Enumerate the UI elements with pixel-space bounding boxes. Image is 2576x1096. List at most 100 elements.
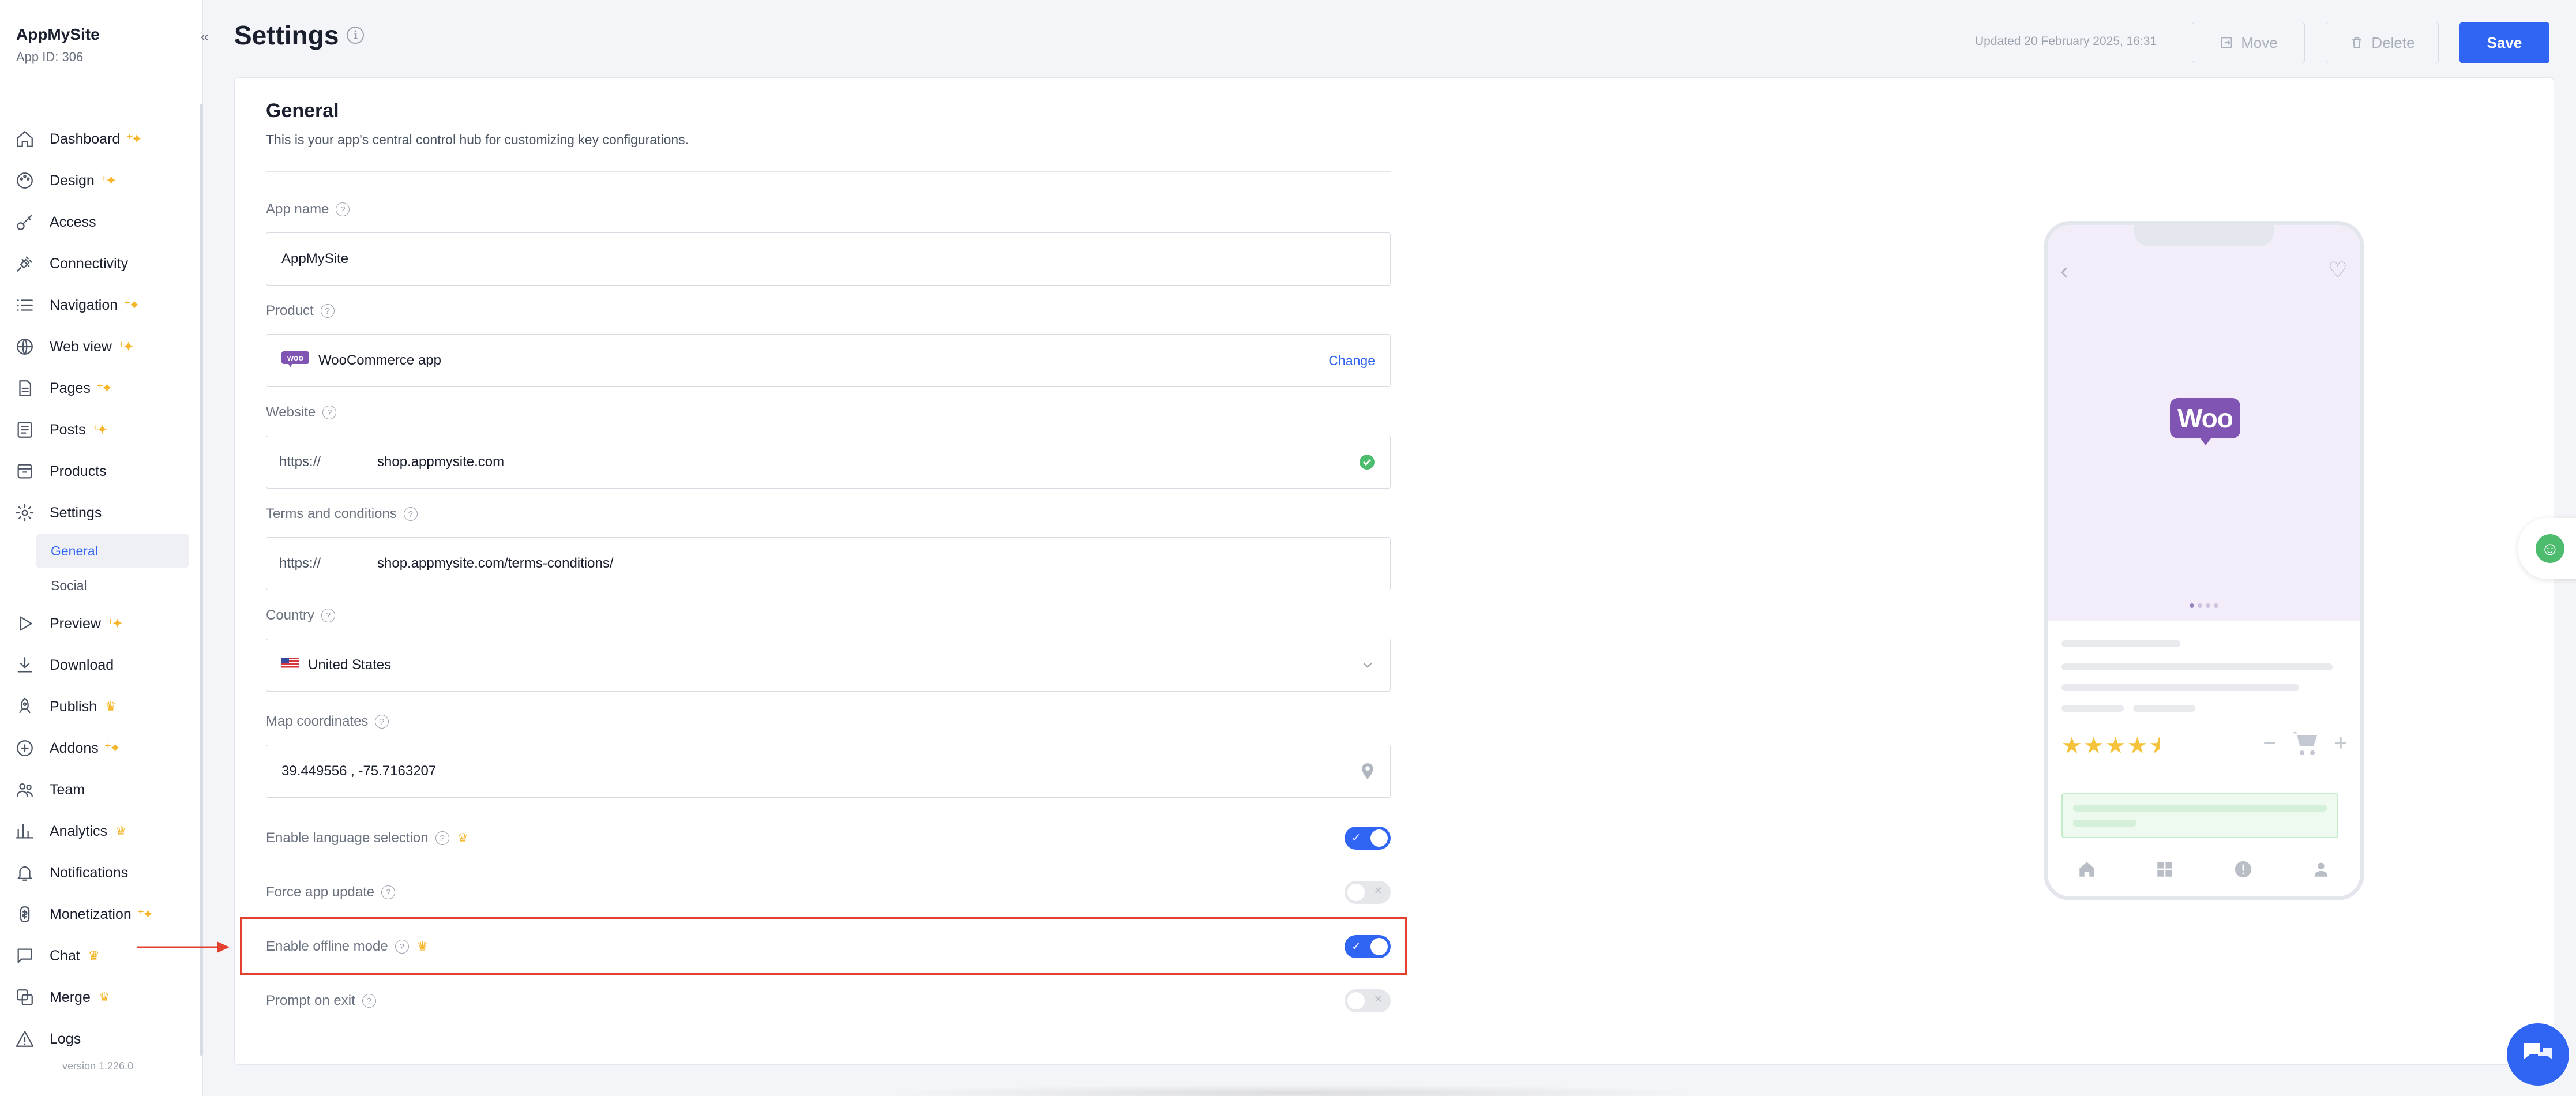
app-name-value: AppMySite	[281, 251, 349, 267]
help-icon[interactable]: ?	[381, 885, 396, 899]
feedback-widget[interactable]: ☺	[2518, 518, 2576, 579]
product-value: WooCommerce app	[318, 352, 441, 368]
product-label: Product ?	[266, 303, 335, 319]
sidebar-item-label: Connectivity	[50, 255, 129, 272]
sidebar-item-label: Settings	[50, 504, 102, 521]
sparkle-icon: ⁺✦	[91, 422, 108, 438]
sidebar-item-label: Preview	[50, 615, 101, 632]
map-coordinates-input[interactable]: 39.449556 , -75.7163207	[266, 745, 1391, 798]
woo-logo-tail	[2199, 436, 2213, 445]
sidebar-item-notifications[interactable]: Notifications	[0, 852, 196, 894]
sidebar-item-addons[interactable]: Addons ⁺✦	[0, 727, 196, 769]
sidebar-subitem-social[interactable]: Social	[36, 568, 189, 603]
toggle-label: Force app update?	[266, 884, 396, 900]
sidebar-item-label: Merge	[50, 989, 91, 1005]
info-tab-icon	[2235, 861, 2251, 878]
location-pin-icon[interactable]	[1360, 763, 1375, 780]
sidebar-item-label: Team	[50, 781, 85, 798]
verified-check-icon	[1359, 454, 1375, 470]
skeleton-line	[2061, 663, 2333, 670]
sidebar-item-download[interactable]: Download	[0, 644, 196, 686]
website-input[interactable]: https:// shop.appmysite.com	[266, 436, 1391, 489]
updated-timestamp: Updated 20 February 2025, 16:31	[1975, 35, 2157, 48]
support-chat-button[interactable]	[2507, 1023, 2569, 1086]
sidebar-item-team[interactable]: Team	[0, 769, 196, 810]
app-name-input[interactable]: AppMySite	[266, 232, 1391, 286]
toggle-label: Enable language selection? ♛	[266, 830, 468, 846]
sidebar-item-dashboard[interactable]: Dashboard ⁺✦	[0, 118, 196, 160]
bell-icon	[17, 866, 32, 881]
sidebar-item-label: Pages	[50, 380, 91, 396]
toggle-switch[interactable]: ✓	[1345, 827, 1391, 850]
help-icon[interactable]: ?	[321, 609, 336, 622]
help-icon[interactable]: ?	[375, 715, 389, 729]
sidebar-item-connectivity[interactable]: Connectivity	[0, 243, 196, 284]
sidebar-item-label: Notifications	[50, 864, 129, 881]
sidebar-item-pages[interactable]: Pages ⁺✦	[0, 367, 196, 409]
collapse-sidebar-icon[interactable]: «	[196, 28, 213, 45]
info-icon[interactable]: i	[347, 27, 365, 44]
warning-icon	[16, 1031, 34, 1047]
toggle-row-enable-language-selection: Enable language selection? ♛ ✓	[266, 821, 1391, 855]
sparkle-icon: ⁺✦	[96, 380, 113, 396]
move-button[interactable]: Move	[2192, 22, 2305, 63]
globe-icon	[17, 339, 33, 355]
sidebar-header: AppMySite App ID: 306	[0, 0, 202, 104]
app-name: AppMySite	[16, 25, 100, 43]
skeleton-line	[2073, 820, 2136, 827]
plus-icon: +	[2334, 730, 2348, 756]
posts-icon	[17, 422, 32, 438]
sidebar-item-navigation[interactable]: Navigation ⁺✦	[0, 284, 196, 326]
sidebar-item-settings[interactable]: Settings	[0, 492, 196, 534]
chat-bubbles-icon	[2524, 1043, 2552, 1059]
app-id: App ID: 306	[16, 50, 84, 64]
rocket-icon	[19, 697, 31, 714]
help-icon[interactable]: ?	[322, 406, 337, 419]
sidebar-item-posts[interactable]: Posts ⁺✦	[0, 409, 196, 451]
sidebar-subitem-label: General	[51, 543, 98, 558]
help-icon[interactable]: ?	[336, 202, 350, 216]
add-to-cart-placeholder	[2061, 793, 2338, 838]
smile-icon: ☺	[2536, 534, 2564, 563]
help-icon[interactable]: ?	[435, 831, 449, 845]
sidebar-item-publish[interactable]: Publish ♛	[0, 686, 196, 727]
sidebar-item-web-view[interactable]: Web view ⁺✦	[0, 326, 196, 367]
help-icon[interactable]: ?	[320, 304, 335, 318]
terms-protocol-prefix: https://	[266, 538, 361, 590]
page-icon	[19, 380, 32, 396]
sidebar-scrollbar[interactable]	[200, 104, 203, 1056]
sidebar-item-label: Navigation	[50, 296, 118, 313]
sidebar-item-monetization[interactable]: Monetization ⁺✦	[0, 894, 196, 935]
home-tab-icon	[2079, 862, 2094, 877]
save-button[interactable]: Save	[2459, 22, 2549, 63]
change-product-link[interactable]: Change	[1328, 353, 1375, 369]
woo-logo: Woo	[2170, 398, 2240, 438]
sidebar-subitem-general[interactable]: General	[36, 534, 189, 568]
woocommerce-logo-icon: woo	[266, 350, 309, 371]
help-icon[interactable]: ?	[362, 994, 376, 1008]
sidebar-item-label: Addons	[50, 740, 99, 756]
sidebar-item-preview[interactable]: Preview ⁺✦	[0, 603, 196, 644]
key-icon	[17, 215, 32, 230]
toggle-switch[interactable]: ✕	[1345, 989, 1391, 1012]
sidebar-item-label: Analytics	[50, 823, 108, 839]
sidebar-item-analytics[interactable]: Analytics ♛	[0, 810, 196, 852]
team-icon	[17, 783, 33, 797]
app-name-label-text: App name	[266, 201, 329, 217]
terms-input[interactable]: https:// shop.appmysite.com/terms-condit…	[266, 537, 1391, 590]
sidebar-item-label: Monetization	[50, 906, 132, 922]
sidebar-item-access[interactable]: Access	[0, 201, 196, 243]
delete-button[interactable]: Delete	[2326, 22, 2439, 63]
help-icon[interactable]: ?	[403, 507, 418, 521]
country-select[interactable]: United States	[266, 639, 1391, 692]
sparkle-icon: ⁺✦	[100, 172, 117, 189]
toggle-label: Prompt on exit?	[266, 993, 376, 1009]
sidebar-item-logs[interactable]: Logs	[0, 1018, 196, 1060]
sidebar-item-products[interactable]: Products	[0, 451, 196, 492]
trash-icon	[2352, 37, 2362, 48]
sidebar-item-merge[interactable]: Merge ♛	[0, 977, 196, 1018]
move-label: Move	[2241, 33, 2278, 51]
toggle-switch[interactable]: ✕	[1345, 881, 1391, 904]
grid-tab-icon	[2157, 862, 2172, 877]
sidebar-item-design[interactable]: Design ⁺✦	[0, 160, 196, 201]
